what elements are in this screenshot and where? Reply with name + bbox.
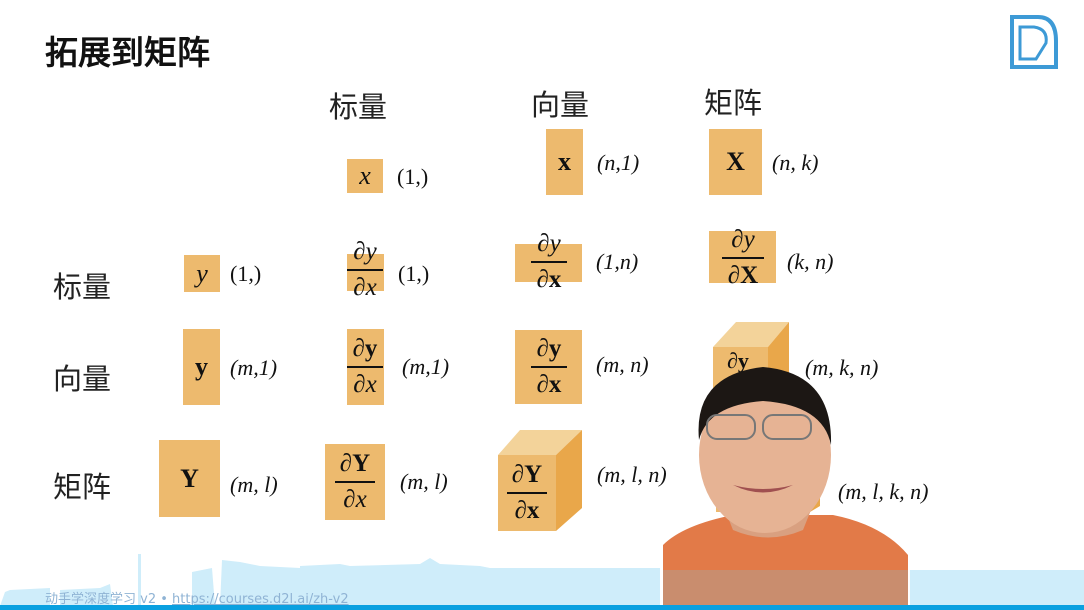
matrix-Y-shape: (m, l) (230, 472, 278, 497)
dyvec-dxvec-shape: (m, n) (596, 352, 649, 377)
cube-m-l-n-shape: (m, l, n) (597, 462, 667, 487)
denominator: ∂x (514, 497, 540, 524)
matrix-x-symbol: X (726, 147, 745, 176)
matrix-Y-symbol: Y (180, 463, 199, 493)
presenter-video-overlay (663, 367, 908, 607)
dy-dx-fraction: ∂y ∂x (347, 237, 383, 303)
denominator: ∂x (343, 486, 367, 513)
dy-dxvec-fraction: ∂y ∂x (531, 229, 567, 295)
dY-dx-shape: (m, l) (400, 469, 448, 494)
fraction-bar (722, 257, 764, 259)
dy-dx-shape: (1,) (398, 261, 430, 286)
scalar-y-shape: (1,) (230, 261, 262, 286)
matrix-x-shape: (n, k) (772, 150, 819, 175)
vector-y-symbol: y (195, 352, 208, 381)
denominator: ∂x (536, 266, 562, 293)
denominator: ∂x (353, 371, 377, 398)
vector-x-shape: (n,1) (597, 150, 640, 175)
scalar-x-symbol: x (359, 161, 371, 190)
fraction-bar (347, 366, 383, 368)
column-header-vector: 向量 (531, 88, 590, 122)
numerator: ∂y (731, 226, 755, 253)
dY-dx-fraction: ∂Y ∂x (335, 449, 375, 515)
vector-x-symbol: x (558, 147, 571, 176)
numerator: ∂y (536, 335, 562, 362)
numerator: ∂Y (511, 461, 543, 488)
column-header-scalar: 标量 (329, 90, 388, 124)
row-header-vector: 向量 (53, 362, 112, 396)
fraction-bar (335, 481, 375, 483)
fraction-bar (531, 366, 567, 368)
scalar-y-symbol: y (196, 258, 208, 288)
dy-dX-fraction: ∂y ∂X (722, 225, 764, 291)
denominator: ∂x (353, 274, 377, 301)
vector-y-shape: (m,1) (230, 355, 278, 380)
numerator: ∂y (353, 238, 377, 265)
d2l-logo-icon (1010, 15, 1058, 69)
footer-accent-bar (0, 605, 1084, 610)
dy-dX-shape: (k, n) (787, 249, 834, 274)
dy-dxvec-shape: (1,n) (596, 249, 639, 274)
dyvec-dx-fraction: ∂y ∂x (347, 334, 383, 400)
numerator: ∂Y (339, 450, 371, 477)
fraction-bar (531, 261, 567, 263)
row-header-matrix: 矩阵 (53, 470, 112, 504)
numerator: ∂y (352, 335, 378, 362)
dyvec-dx-shape: (m,1) (402, 354, 450, 379)
row-header-scalar: 标量 (53, 270, 112, 304)
column-header-matrix: 矩阵 (704, 86, 763, 120)
dyvec-dxvec-fraction: ∂y ∂x (531, 334, 567, 400)
denominator: ∂X (727, 262, 759, 289)
scalar-x-shape: (1,) (397, 164, 429, 189)
cube-m-l-n-fraction: ∂Y ∂x (507, 460, 547, 526)
numerator: ∂y (537, 230, 561, 257)
denominator: ∂x (536, 371, 562, 398)
fraction-bar (507, 492, 547, 494)
fraction-bar (347, 269, 383, 271)
slide-title: 拓展到矩阵 (45, 33, 210, 72)
